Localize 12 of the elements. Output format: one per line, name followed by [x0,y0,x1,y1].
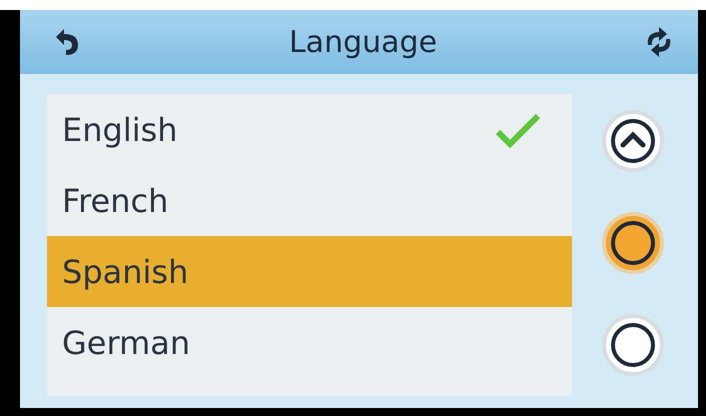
language-label: Spanish [62,252,188,290]
circle-icon [610,322,656,368]
screen-title: Language [288,24,438,60]
circle-icon [610,220,656,266]
language-item[interactable]: French [47,165,572,236]
language-item[interactable]: English [47,94,572,165]
language-item[interactable]: Spanish [47,236,572,307]
language-label: French [62,182,168,220]
chevron-up-icon [610,118,656,164]
language-label: German [62,324,190,362]
language-label: English [62,110,178,148]
language-item[interactable]: German [47,307,572,378]
